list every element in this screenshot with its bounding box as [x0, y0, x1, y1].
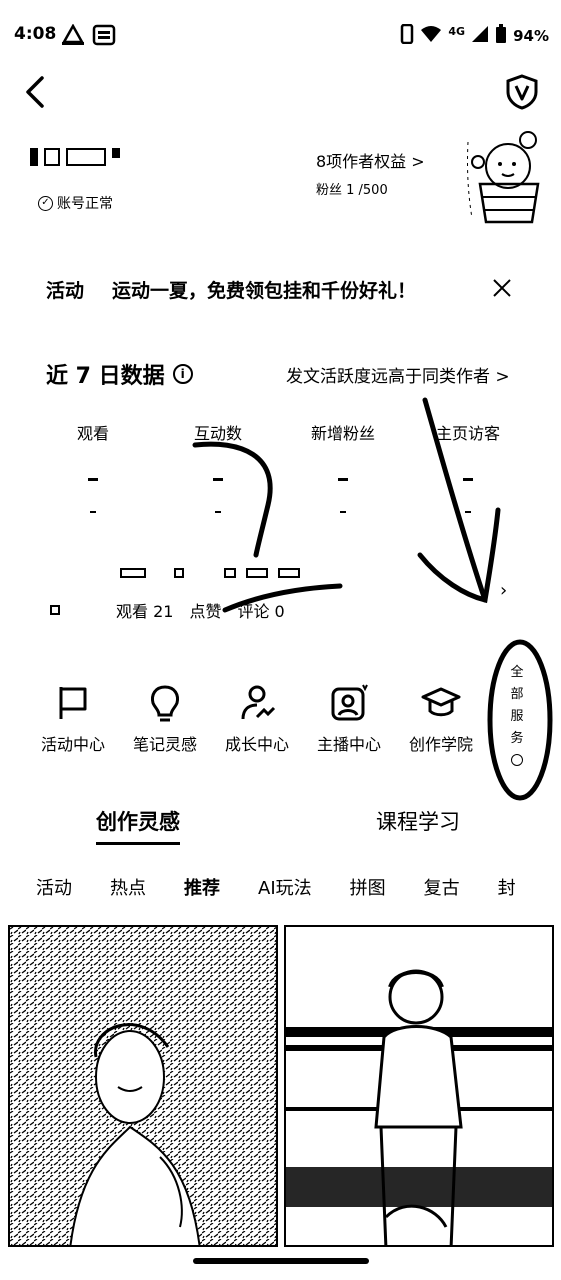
- author-benefits-link[interactable]: 8项作者权益 >: [316, 148, 425, 172]
- status-right: 4G 94%: [400, 23, 549, 48]
- category-tab[interactable]: AI玩法: [258, 874, 312, 900]
- chevron-right-icon[interactable]: ›: [500, 580, 507, 601]
- app-notification-icon-2: [92, 24, 116, 50]
- name-glyph: [112, 148, 120, 158]
- vibrate-icon: [400, 23, 414, 48]
- all-services-char: 部: [510, 687, 524, 702]
- metric-change-placeholder: [215, 511, 221, 513]
- redacted-glyph: [246, 568, 268, 578]
- network-type: 4G: [448, 24, 466, 38]
- person-growth-icon: [241, 685, 276, 720]
- note-title-redacted: [120, 568, 300, 578]
- service-label: 活动中心: [40, 735, 105, 754]
- battery-level: 94%: [513, 27, 549, 45]
- recent-note-stats[interactable]: 观看 21 点赞 评论 0: [50, 598, 285, 622]
- category-tab[interactable]: 拼图: [350, 874, 386, 900]
- metric-new-fans[interactable]: 新增粉丝: [288, 420, 398, 513]
- service-note-inspiration[interactable]: 笔记灵感: [124, 683, 206, 755]
- status-bar: 4:08 4G 94%: [0, 0, 561, 70]
- redacted-glyph: [224, 568, 236, 578]
- category-tab[interactable]: 复古: [424, 874, 460, 900]
- battery-icon: [495, 24, 507, 48]
- service-label: 创作学院: [408, 735, 473, 754]
- metric-change-placeholder: [465, 511, 471, 513]
- metric-label: 新增粉丝: [310, 424, 375, 443]
- mascot-illustration: [458, 122, 550, 234]
- note-comments: 评论 0: [237, 602, 285, 621]
- graduation-cap-icon: [421, 687, 461, 717]
- vip-shield-icon[interactable]: [505, 74, 539, 110]
- note-views: 观看 21: [116, 602, 174, 621]
- metric-label: 互动数: [193, 424, 242, 443]
- data-title-label: 近 7 日数据: [46, 364, 165, 389]
- lightbulb-icon: [151, 685, 179, 722]
- name-glyph: [30, 148, 38, 166]
- category-tabs: 活动 热点 推荐 AI玩法 拼图 复古 封: [36, 874, 516, 900]
- metric-profile-visitors[interactable]: 主页访客: [413, 420, 523, 513]
- all-services-char: 服: [510, 709, 524, 724]
- back-icon[interactable]: [20, 74, 50, 110]
- all-services-char: 务: [510, 731, 524, 746]
- home-indicator[interactable]: [193, 1258, 369, 1264]
- service-activity-center[interactable]: 活动中心: [32, 683, 114, 755]
- category-tab[interactable]: 活动: [36, 874, 72, 900]
- name-glyph: [44, 148, 60, 166]
- inspiration-card[interactable]: [8, 925, 278, 1247]
- account-status: ✓ 账号正常: [38, 193, 113, 213]
- service-anchor-center[interactable]: 主播中心: [308, 683, 390, 755]
- flag-icon: [59, 687, 87, 719]
- photo-woman-court: [286, 927, 552, 1245]
- inspiration-card[interactable]: [284, 925, 554, 1247]
- streamer-icon: [331, 684, 368, 721]
- fans-count: 粉丝 1 /500: [316, 183, 388, 198]
- data-compare-link[interactable]: 发文活跃度远高于同类作者 >: [286, 362, 510, 387]
- metric-value-placeholder: [338, 478, 348, 481]
- redacted-glyph: [278, 568, 300, 578]
- metric-interactions[interactable]: 互动数: [163, 420, 273, 513]
- metric-views[interactable]: 观看: [38, 420, 148, 513]
- metric-value-placeholder: [88, 478, 98, 481]
- status-time: 4:08: [14, 24, 57, 44]
- chevron-circle-icon: [511, 754, 523, 766]
- metric-value-placeholder: [463, 478, 473, 481]
- tab-course-learning[interactable]: 课程学习: [376, 806, 460, 836]
- all-services-button[interactable]: 全 部 服 务: [506, 662, 528, 766]
- name-glyph: [66, 148, 106, 166]
- metric-value-placeholder: [213, 478, 223, 481]
- metric-change-placeholder: [90, 511, 96, 513]
- photo-woman-outdoor: [10, 927, 276, 1245]
- category-tab-active[interactable]: 推荐: [184, 874, 220, 900]
- account-name: [30, 143, 120, 171]
- wifi-icon: [420, 25, 442, 47]
- note-likes: 点赞: [189, 602, 222, 621]
- activity-tag: 活动: [46, 280, 85, 302]
- redacted-glyph: [120, 568, 146, 578]
- service-growth-center[interactable]: 成长中心: [216, 683, 298, 755]
- tab-creative-inspiration[interactable]: 创作灵感: [96, 806, 180, 845]
- metric-label: 观看: [76, 424, 109, 443]
- all-services-char: 全: [510, 665, 524, 680]
- check-circle-icon: ✓: [38, 195, 53, 211]
- metric-change-placeholder: [340, 511, 346, 513]
- service-label: 成长中心: [224, 735, 289, 754]
- service-label: 笔记灵感: [132, 735, 197, 754]
- service-creator-academy[interactable]: 创作学院: [400, 683, 482, 755]
- metric-label: 主页访客: [435, 424, 500, 443]
- info-icon[interactable]: i: [172, 364, 193, 384]
- category-tab[interactable]: 封: [498, 874, 516, 900]
- note-thumbnail: [50, 605, 60, 615]
- account-status-label: 账号正常: [57, 196, 113, 212]
- app-notification-icon: [60, 23, 86, 50]
- activity-banner-text[interactable]: 运动一夏，免费领包挂和千份好礼！: [112, 276, 416, 303]
- redacted-glyph: [174, 568, 184, 578]
- service-label: 主播中心: [316, 735, 381, 754]
- data-section-title: 近 7 日数据 i: [46, 358, 193, 390]
- category-tab[interactable]: 热点: [110, 874, 146, 900]
- close-icon[interactable]: [490, 276, 514, 300]
- signal-icon: [471, 25, 489, 47]
